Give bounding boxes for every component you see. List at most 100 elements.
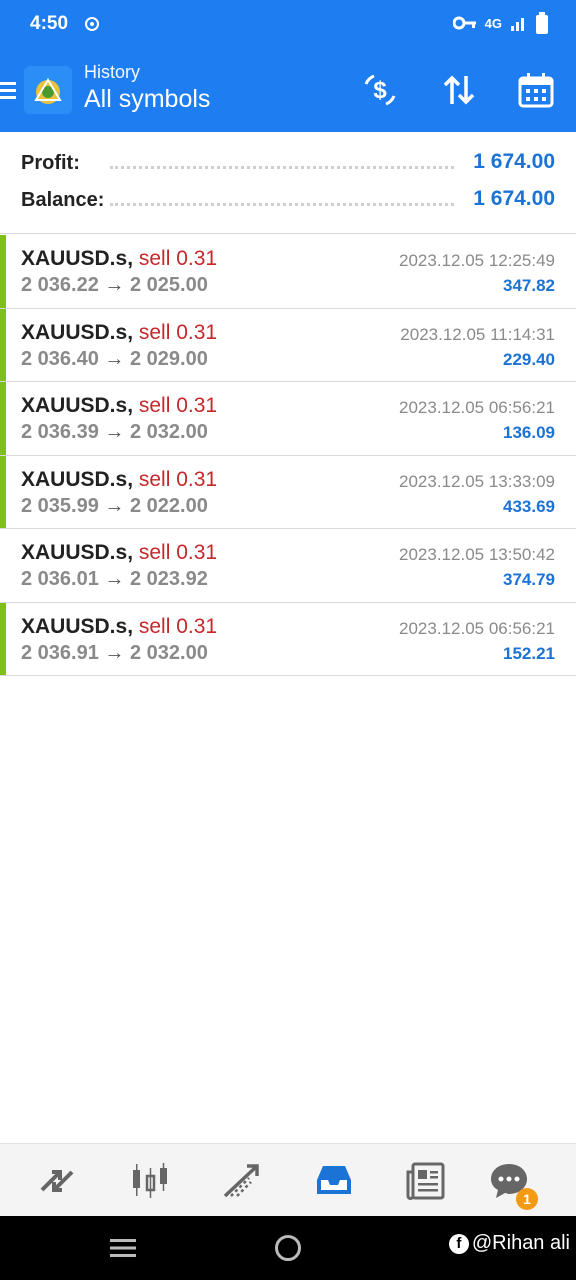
news-icon: [406, 1162, 445, 1200]
deal-profit: 433.69: [503, 496, 555, 516]
tab-chat[interactable]: 1: [488, 1160, 538, 1210]
deal-symbol: XAUUSD.s,: [21, 394, 134, 417]
deal-side: sell 0.31: [138, 247, 218, 270]
deal-time: 2023.12.05 13:50:42: [399, 545, 555, 564]
balance-row: Balance: 1 674.00: [0, 183, 576, 219]
tab-trade[interactable]: [221, 1160, 263, 1202]
tab-quotes[interactable]: [36, 1160, 78, 1202]
calendar-button[interactable]: [516, 70, 556, 110]
vpn-key-icon: [452, 16, 476, 30]
deal-profit: 347.82: [503, 276, 555, 295]
calendar-icon: [518, 73, 554, 108]
status-time: 4:50: [30, 13, 69, 34]
close-price: 2 029.00: [129, 347, 208, 370]
dotted-leader: [110, 166, 454, 169]
price-arrow: →: [104, 641, 125, 664]
profit-indicator-bar: [0, 455, 6, 528]
dotted-leader: [110, 203, 454, 206]
tab-news[interactable]: [405, 1160, 447, 1202]
deal-symbol: XAUUSD.s,: [21, 541, 134, 564]
deal-side: sell 0.31: [138, 320, 218, 344]
balance-label: Balance:: [21, 189, 105, 211]
deal-profit: 374.79: [503, 570, 555, 589]
dollar-exchange-icon: $: [364, 74, 396, 106]
deal-time: 2023.12.05 06:56:21: [399, 398, 555, 417]
watermark: f @Rihan ali: [448, 1232, 570, 1255]
deal-symbol: XAUUSD.s,: [21, 614, 134, 638]
price-arrow: →: [104, 421, 125, 443]
close-price: 2 025.00: [129, 274, 208, 296]
tab-history[interactable]: [313, 1160, 355, 1202]
deal-profit: 152.21: [503, 643, 555, 663]
deal-row[interactable]: XAUUSD.s, sell 0.31 2 036.40 → 2 029.00 …: [0, 308, 576, 382]
profit-value: 1 674.00: [473, 150, 555, 173]
close-price: 2 023.92: [129, 568, 208, 590]
chat-badge: 1: [516, 1188, 538, 1210]
network-type: 4G: [484, 15, 502, 31]
deal-row[interactable]: XAUUSD.s, sell 0.31 2 036.22 → 2 025.00 …: [0, 235, 576, 309]
metatrader-logo-icon: [34, 78, 62, 104]
deal-side: sell 0.31: [138, 614, 218, 638]
open-price: 2 036.39: [21, 421, 99, 443]
price-arrow: →: [104, 347, 125, 370]
watermark-text: @Rihan ali: [471, 1232, 570, 1254]
deal-time: 2023.12.05 11:14:31: [400, 324, 555, 344]
close-price: 2 022.00: [129, 494, 208, 517]
profit-row: Profit: 1 674.00: [0, 146, 576, 182]
close-price: 2 032.00: [129, 641, 208, 664]
deal-time: 2023.12.05 06:56:21: [399, 618, 555, 638]
sort-button[interactable]: [439, 70, 479, 110]
deal-row[interactable]: XAUUSD.s, sell 0.31 2 035.99 → 2 022.00 …: [0, 455, 576, 529]
page-title[interactable]: All symbols: [84, 85, 210, 114]
profit-indicator-bar: [0, 308, 6, 381]
profit-indicator-bar: [0, 235, 6, 308]
deal-profit: 136.09: [503, 423, 555, 442]
deal-side: sell 0.31: [138, 541, 218, 564]
summary-panel: Profit: 1 674.00 Balance: 1 674.00: [0, 132, 576, 234]
price-arrow: →: [104, 568, 125, 590]
bottom-tab-bar: 1: [0, 1143, 576, 1216]
top-app-bar: 4:50 4G History All symbols $: [0, 0, 576, 132]
deposit-withdraw-button[interactable]: $: [360, 70, 400, 110]
history-icon: [317, 1166, 351, 1194]
open-price: 2 036.01: [21, 568, 99, 590]
deal-profit: 229.40: [503, 349, 555, 369]
deal-symbol: XAUUSD.s,: [21, 467, 134, 491]
price-arrow: →: [104, 274, 125, 296]
deal-symbol: XAUUSD.s,: [21, 247, 134, 270]
close-price: 2 032.00: [129, 421, 208, 443]
deal-time: 2023.12.05 12:25:49: [399, 251, 555, 270]
header-titles: History All symbols: [84, 62, 210, 114]
deal-row[interactable]: XAUUSD.s, sell 0.31 2 036.91 → 2 032.00 …: [0, 602, 576, 676]
open-price: 2 036.91: [21, 641, 99, 664]
mt5-history-screen: 4:50 4G History All symbols $ Profit: 1 …: [0, 0, 576, 1280]
profit-label: Profit:: [21, 152, 80, 174]
open-price: 2 036.22: [21, 274, 99, 296]
open-price: 2 035.99: [21, 494, 99, 517]
deal-row[interactable]: XAUUSD.s, sell 0.31 2 036.39 → 2 032.00 …: [0, 382, 576, 456]
trade-icon: [223, 1164, 259, 1198]
signal-icon: [511, 18, 524, 31]
recents-menu-icon[interactable]: [110, 1236, 136, 1260]
menu-icon[interactable]: [0, 80, 16, 100]
deal-side: sell 0.31: [138, 467, 218, 491]
settings-gear-icon: [85, 17, 99, 31]
status-bar: 4:50 4G: [0, 0, 576, 48]
quotes-icon: [40, 1170, 74, 1192]
sort-arrows-icon: [443, 75, 475, 105]
balance-value: 1 674.00: [473, 187, 555, 210]
deal-row[interactable]: XAUUSD.s, sell 0.31 2 036.01 → 2 023.92 …: [0, 529, 576, 603]
home-circle-icon[interactable]: [275, 1235, 301, 1261]
deals-list: XAUUSD.s, sell 0.31 2 036.22 → 2 025.00 …: [0, 235, 576, 676]
header: History All symbols $: [0, 56, 576, 126]
deal-symbol: XAUUSD.s,: [21, 320, 134, 344]
price-arrow: →: [104, 494, 125, 517]
deal-time: 2023.12.05 13:33:09: [399, 471, 555, 491]
chart-icon: [133, 1163, 167, 1198]
app-logo: [24, 66, 72, 114]
svg-text:$: $: [373, 77, 387, 104]
facebook-icon: f: [448, 1233, 469, 1254]
tab-chart[interactable]: [129, 1160, 171, 1202]
profit-indicator-bar: [0, 382, 6, 455]
open-price: 2 036.40: [21, 347, 99, 370]
